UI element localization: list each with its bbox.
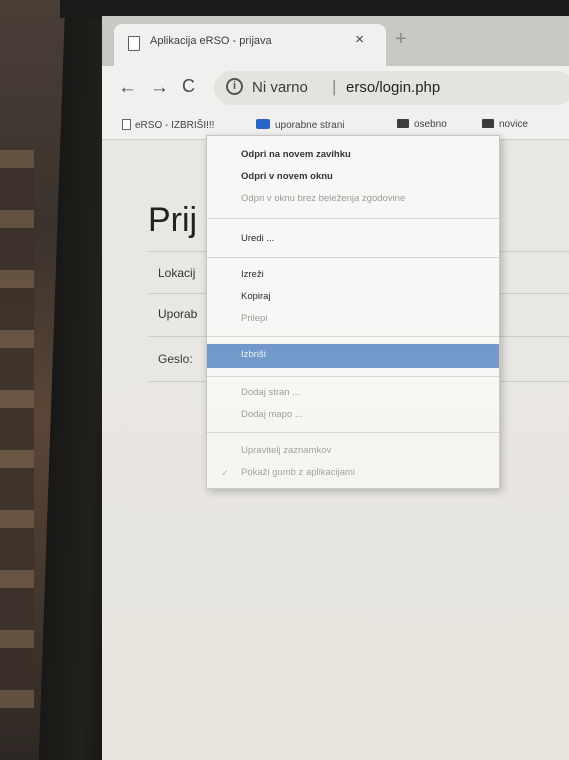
location-label: Lokacij	[158, 266, 196, 280]
back-icon[interactable]: ←	[118, 77, 137, 99]
menu-item-paste[interactable]: Prilepi	[207, 308, 499, 330]
menu-separator	[207, 336, 499, 337]
menu-item-bookmark-manager[interactable]: Upravitelj zaznamkov	[207, 440, 499, 462]
bookmark-label: novice	[499, 119, 528, 130]
menu-item-show-apps-shortcut[interactable]: Pokaži gumb z aplikacijami	[207, 462, 499, 484]
forward-icon[interactable]: →	[150, 77, 169, 99]
url-separator: |	[332, 77, 337, 96]
url-text[interactable]: erso/login.php	[346, 79, 440, 96]
bookmark-folder-osebno[interactable]: osebno	[397, 119, 447, 130]
menu-item-cut[interactable]: Izreži	[207, 264, 499, 286]
menu-separator	[207, 218, 499, 219]
page-title: Prij	[148, 201, 198, 239]
menu-item-delete[interactable]: Izbriši	[207, 344, 499, 368]
bookmark-folder-uporabne-strani[interactable]: uporabne strani	[256, 119, 345, 131]
folder-blue-icon	[256, 119, 270, 129]
bookmark-erso[interactable]: eRSO - IZBRIŠI!!!	[122, 119, 214, 131]
context-menu: Odpri na novem zavihku Odpri v novem okn…	[206, 135, 500, 489]
tab-title: Aplikacija eRSO - prijava	[150, 35, 272, 47]
menu-item-copy[interactable]: Kopiraj	[207, 286, 499, 308]
menu-item-open-new-tab[interactable]: Odpri na novem zavihku	[207, 144, 499, 166]
tab-active[interactable]: Aplikacija eRSO - prijava ×	[114, 24, 386, 68]
info-icon[interactable]: i	[226, 78, 243, 95]
menu-item-add-folder[interactable]: Dodaj mapo ...	[207, 404, 499, 426]
menu-separator	[207, 257, 499, 258]
page-icon	[128, 36, 140, 51]
security-indicator[interactable]: Ni varno	[252, 79, 308, 96]
page-icon	[122, 119, 131, 130]
browser-window: Aplikacija eRSO - prijava × + ← → C i Ni…	[102, 16, 569, 760]
desk-background-detail	[0, 150, 34, 710]
bookmark-label: eRSO - IZBRIŠI!!!	[135, 120, 215, 131]
bookmark-label: uporabne strani	[275, 120, 345, 131]
bookmark-folder-novice[interactable]: novice	[482, 119, 528, 130]
menu-item-open-incognito[interactable]: Odpri v oknu brez beleženja zgodovine	[207, 188, 499, 210]
username-label: Uporab	[158, 307, 198, 321]
close-icon[interactable]: ×	[355, 31, 364, 48]
reload-icon[interactable]: C	[182, 76, 195, 97]
address-bar[interactable]: i Ni varno | erso/login.php	[214, 71, 569, 105]
menu-separator	[207, 376, 499, 377]
menu-separator	[207, 432, 499, 433]
folder-icon	[482, 119, 494, 128]
new-tab-button[interactable]: +	[395, 28, 407, 51]
bookmark-label: osebno	[414, 119, 447, 130]
toolbar: ← → C i Ni varno | erso/login.php	[102, 66, 569, 110]
menu-item-edit[interactable]: Uredi ...	[207, 228, 499, 250]
folder-icon	[397, 119, 409, 128]
password-label: Geslo:	[158, 352, 193, 366]
menu-item-add-page[interactable]: Dodaj stran ...	[207, 382, 499, 404]
menu-item-open-new-window[interactable]: Odpri v novem oknu	[207, 166, 499, 188]
tab-strip: Aplikacija eRSO - prijava × +	[102, 16, 569, 68]
